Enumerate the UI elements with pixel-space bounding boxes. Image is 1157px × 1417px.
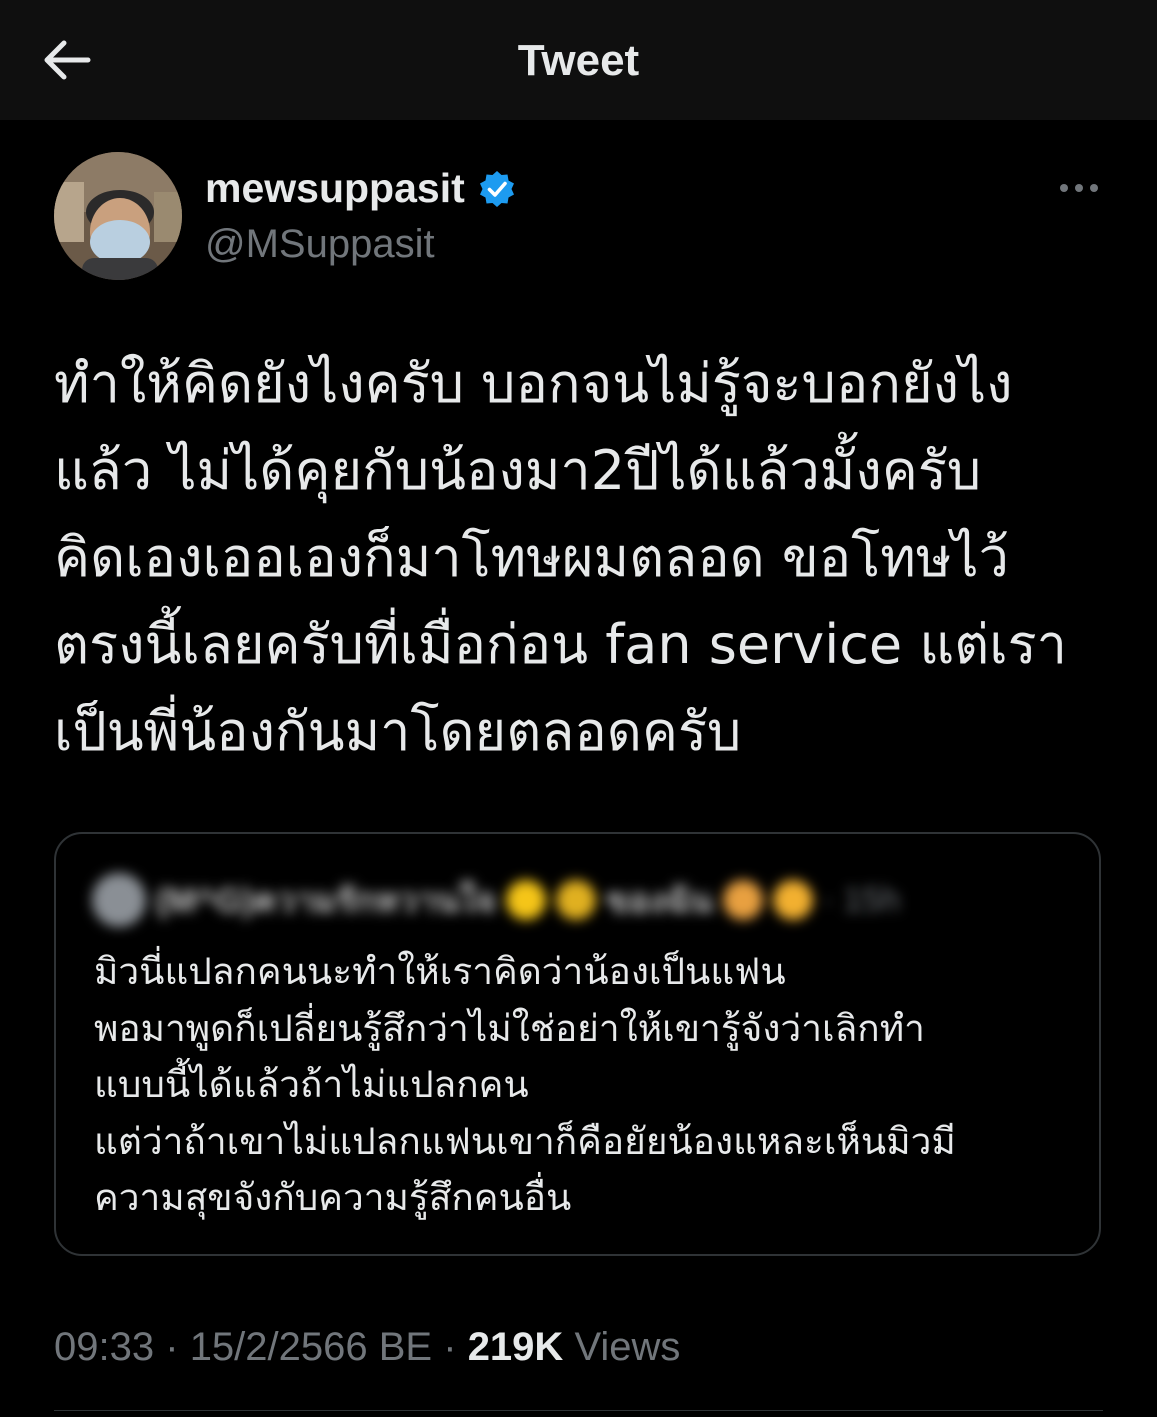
quote-line: แต่ว่าถ้าเขาไม่แปลกแฟนเขาก็คือยัยน้องแหล… [94,1119,956,1163]
tweet-text: ทำให้คิดยังไงครับ บอกจนไม่รู้จะบอกยังไง … [54,340,1114,775]
top-bar: Tweet [0,0,1157,120]
author-display-name[interactable]: mewsuppasit [205,165,517,212]
tweet-line: แล้ว ไม่ได้คุยกับน้องมา2ปีได้แล้วมั้งครั… [54,439,982,502]
tweet-line: ตรงนี้เลยครับที่เมื่อก่อน fan service แต… [54,613,1067,676]
quoted-author-name: (M^G)ความรักหวานใจ [156,882,496,920]
more-options-button[interactable] [1054,170,1104,206]
divider [54,1410,1103,1411]
avatar-image [54,152,182,280]
quoted-tweet-text: มิวนี่แปลกคนนะทำให้เราคิดว่าน้องเป็นแฟน … [94,944,1084,1227]
tweet-metadata: 09:33 · 15/2/2566 BE · 219K Views [54,1325,680,1370]
tweet-time[interactable]: 09:33 [54,1325,154,1369]
quoted-tweet-time: · 15h [822,880,901,919]
quote-line: มิวนี่แปลกคนนะทำให้เราคิดว่าน้องเป็นแฟน [94,950,786,993]
quote-line: ความสุขจังกับความรู้สึกคนอื่น [94,1176,572,1219]
tweet-date[interactable]: 15/2/2566 BE [190,1325,432,1369]
star-emoji-icon [505,880,546,920]
tweet-line: ทำให้คิดยังไงครับ บอกจนไม่รู้จะบอกยังไง [54,352,1013,415]
page-title: Tweet [517,36,640,85]
quoted-tweet-card[interactable]: (M^G)ความรักหวานใจ ของฉัน · 15h มิวนี่แป… [54,832,1101,1256]
quoted-author-name-extra: ของฉัน [605,882,713,920]
views-count: 219K [467,1325,564,1369]
quoted-author-avatar [92,873,146,927]
author-handle[interactable]: @MSuppasit [205,222,435,267]
sunflower-emoji-icon [555,880,596,920]
verified-badge-icon [479,170,514,207]
tweet-line: คิดเองเออเองก็มาโทษผมตลอด ขอโทษไว้ [54,526,1009,589]
kiss-emoji-icon [772,880,813,920]
hands-emoji-icon [722,880,763,920]
author-avatar[interactable] [54,152,182,280]
tweet-line: เป็นพี่น้องกันมาโดยตลอดครับ [54,700,742,763]
more-dots-icon [1060,184,1098,192]
quote-line: พอมาพูดก็เปลี่ยนรู้สึกว่าไม่ใช่อย่าให้เข… [94,1006,925,1050]
separator-dot: · [165,1325,179,1369]
quote-line: แบบนี้ได้แล้วถ้าไม่แปลกคน [94,1063,529,1106]
separator-dot: · [443,1325,457,1369]
views-label: Views [574,1325,681,1369]
quoted-tweet-header: (M^G)ความรักหวานใจ ของฉัน · 15h [92,872,1072,928]
display-name-text: mewsuppasit [205,165,465,211]
